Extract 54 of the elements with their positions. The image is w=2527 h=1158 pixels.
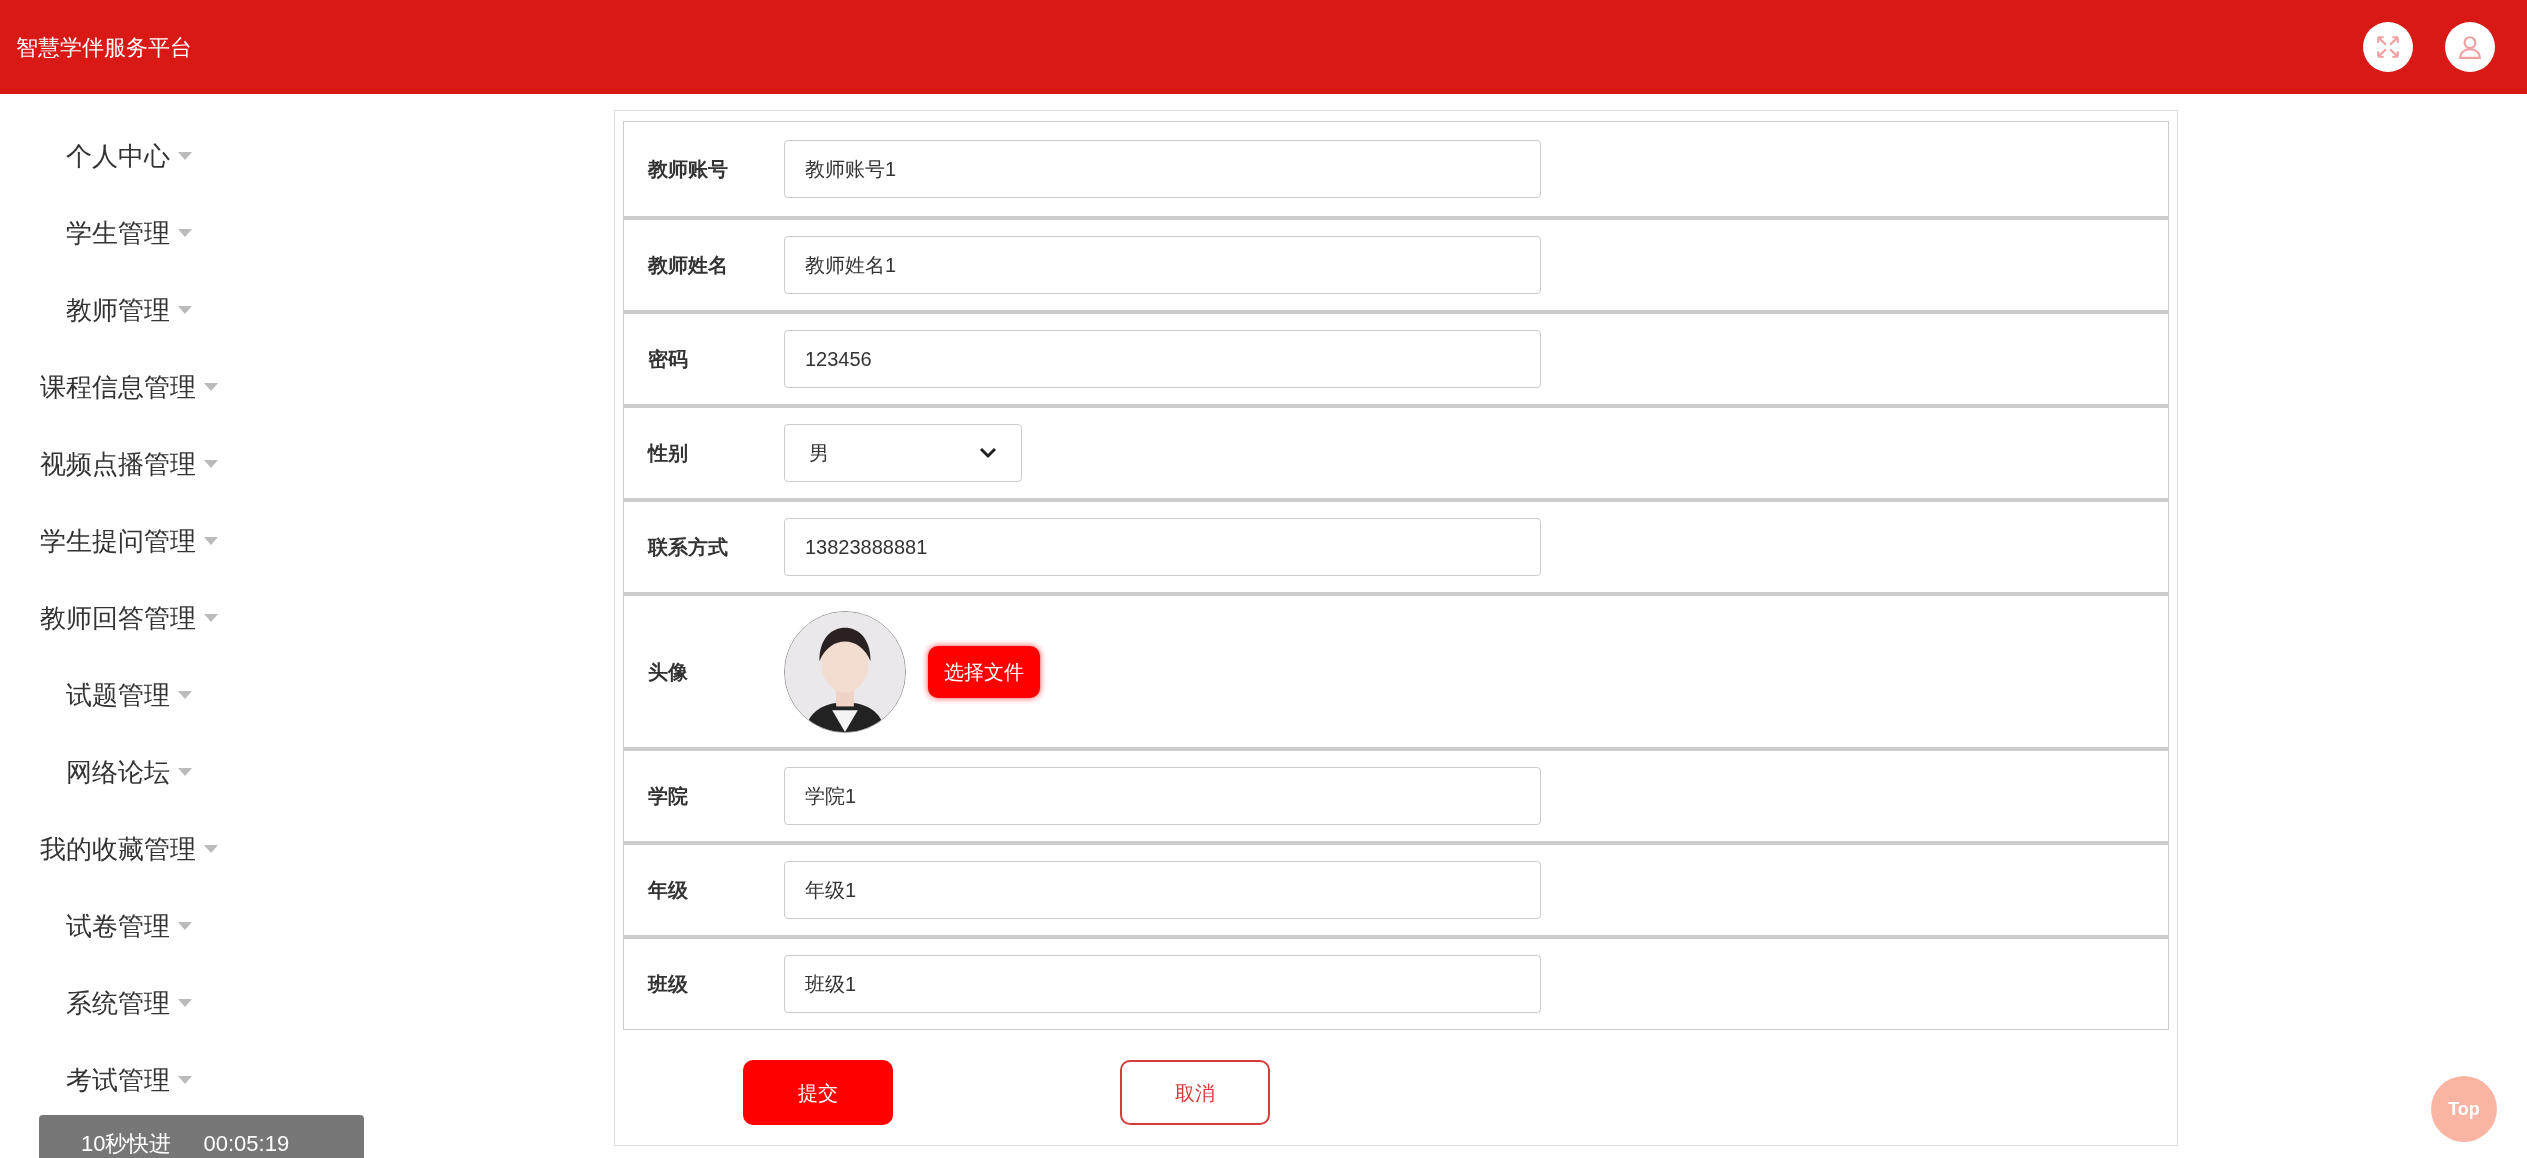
select-field[interactable]: 男 bbox=[784, 424, 1022, 482]
sidebar-item[interactable]: 试题管理 bbox=[66, 675, 170, 715]
field-label: 密码 bbox=[647, 347, 689, 372]
playback-time: 00:05:19 bbox=[203, 1133, 290, 1158]
input-field[interactable]: 班级1 bbox=[784, 955, 1541, 1013]
caret-icon bbox=[204, 537, 218, 545]
fullscreen-button[interactable] bbox=[2363, 22, 2413, 72]
input-field[interactable]: 教师姓名1 bbox=[784, 236, 1541, 294]
input-field[interactable]: 年级1 bbox=[784, 861, 1541, 919]
sidebar-item[interactable]: 我的收藏管理 bbox=[40, 829, 196, 869]
submit-button[interactable]: 提交 bbox=[743, 1060, 893, 1125]
sidebar-item[interactable]: 学生管理 bbox=[66, 213, 170, 253]
caret-icon bbox=[178, 691, 192, 699]
user-button[interactable] bbox=[2445, 22, 2495, 72]
sidebar-item[interactable]: 学生提问管理 bbox=[40, 521, 196, 561]
sidebar-item[interactable]: 课程信息管理 bbox=[40, 367, 196, 407]
caret-icon bbox=[178, 768, 192, 776]
caret-icon bbox=[178, 999, 192, 1007]
sidebar-item[interactable]: 视频点播管理 bbox=[40, 444, 196, 484]
caret-icon bbox=[204, 614, 218, 622]
field-label: 教师姓名 bbox=[647, 253, 729, 278]
field-label: 学院 bbox=[647, 784, 689, 809]
field-label: 班级 bbox=[646, 972, 689, 997]
skip-forward-label[interactable]: 10秒快进 bbox=[81, 1133, 172, 1158]
sidebar-item[interactable]: 系统管理 bbox=[66, 983, 170, 1023]
caret-icon bbox=[178, 1076, 192, 1084]
input-field[interactable]: 123456 bbox=[784, 330, 1541, 388]
chevron-down-icon bbox=[979, 447, 997, 459]
caret-icon bbox=[178, 306, 192, 314]
field-label: 头像 bbox=[647, 659, 689, 685]
user-icon bbox=[2457, 34, 2483, 60]
cancel-button[interactable]: 取消 bbox=[1120, 1060, 1270, 1125]
caret-icon bbox=[178, 229, 192, 237]
input-field[interactable]: 13823888881 bbox=[784, 518, 1541, 576]
input-field[interactable]: 教师账号1 bbox=[784, 140, 1541, 198]
sidebar-item[interactable]: 网络论坛 bbox=[66, 752, 170, 792]
field-label: 性别 bbox=[646, 441, 689, 466]
choose-file-button[interactable]: 选择文件 bbox=[928, 645, 1040, 698]
sidebar-item[interactable]: 试卷管理 bbox=[66, 906, 170, 946]
caret-icon bbox=[178, 922, 192, 930]
sidebar-item[interactable]: 考试管理 bbox=[66, 1060, 170, 1100]
input-field[interactable]: 学院1 bbox=[784, 767, 1541, 825]
field-label: 年级 bbox=[646, 878, 689, 903]
fullscreen-icon bbox=[2375, 34, 2401, 60]
caret-icon bbox=[178, 152, 192, 160]
sidebar-item[interactable]: 教师回答管理 bbox=[40, 598, 196, 638]
sidebar-item[interactable]: 教师管理 bbox=[66, 290, 170, 330]
sidebar-item[interactable]: 个人中心 bbox=[66, 136, 170, 176]
field-label: 教师账号 bbox=[647, 157, 729, 182]
caret-icon bbox=[204, 383, 218, 391]
field-label: 联系方式 bbox=[646, 535, 729, 560]
caret-icon bbox=[204, 845, 218, 853]
site-title: 智慧学伴服务平台 bbox=[16, 33, 192, 62]
caret-icon bbox=[204, 460, 218, 468]
